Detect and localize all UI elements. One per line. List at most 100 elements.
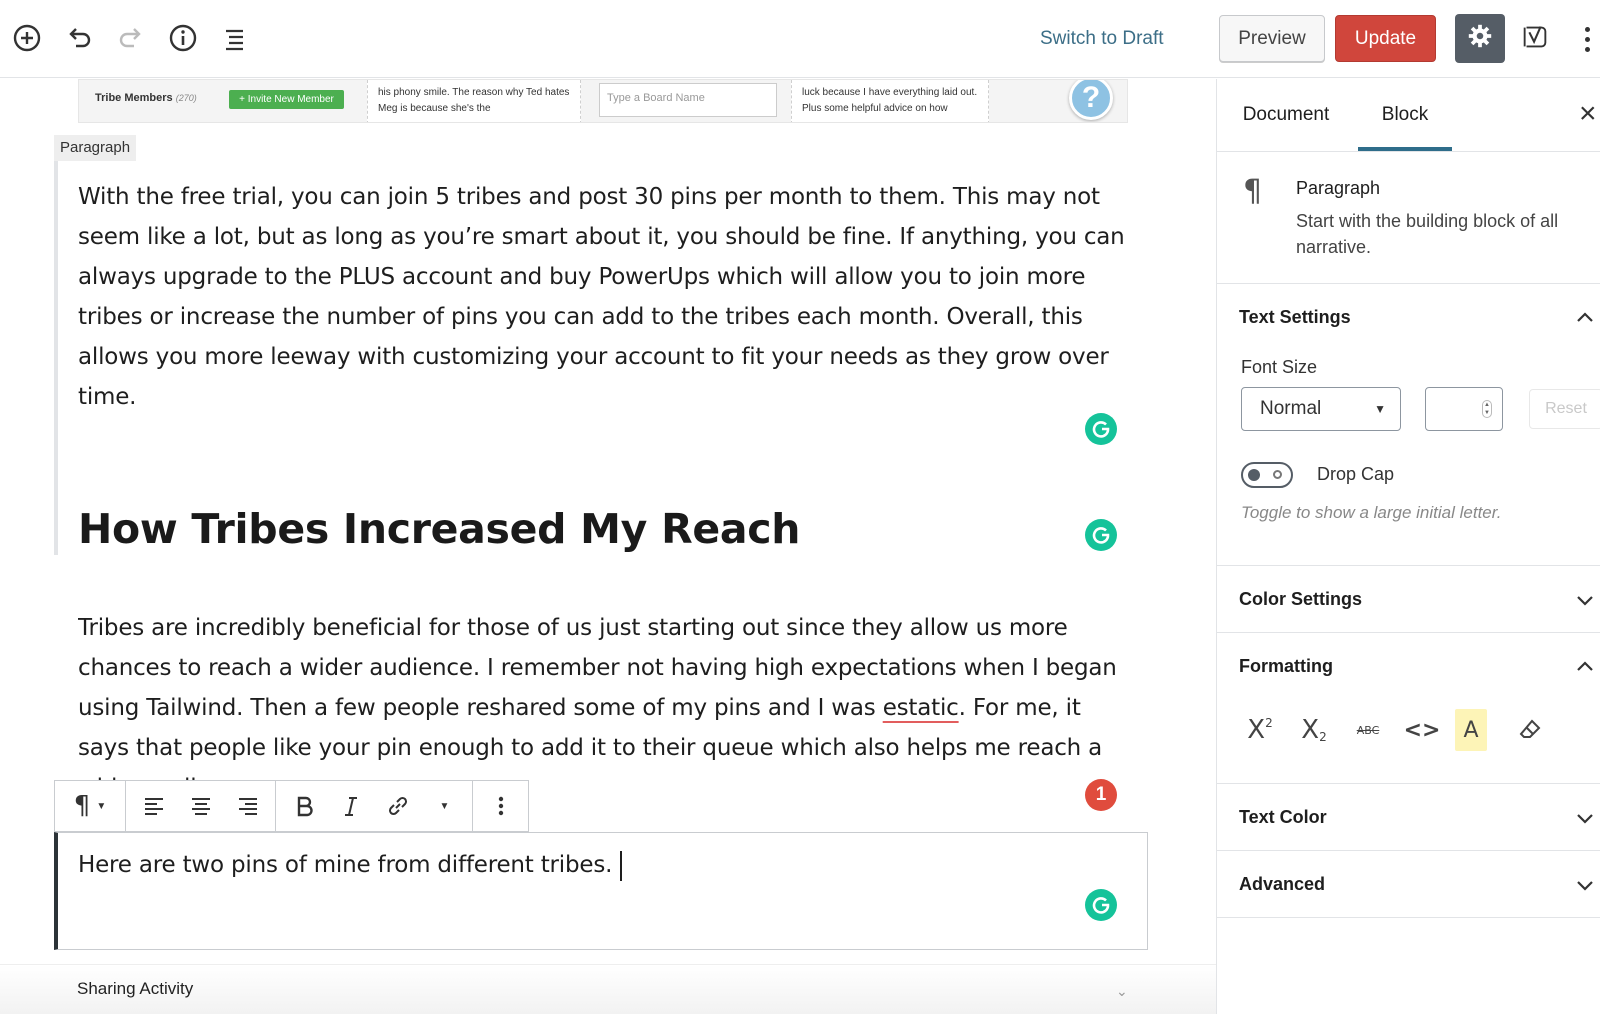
add-block-icon[interactable] <box>9 20 45 56</box>
redo-icon[interactable] <box>113 20 149 56</box>
drop-cap-help: Toggle to show a large initial letter. <box>1241 503 1502 522</box>
clear-format-icon[interactable] <box>1509 709 1551 751</box>
paragraph-icon: ¶ <box>73 791 91 821</box>
image-tribe-members-text: Tribe Members (270) <box>95 92 197 104</box>
block-more-group <box>473 781 528 831</box>
block-toolbar: ¶ ▼ ▼ <box>54 780 529 832</box>
image-column-1: his phony smile. The reason why Ted hate… <box>367 80 581 122</box>
editor-canvas: Tribe Members (270) + Invite New Member … <box>0 79 1216 1014</box>
toggle-knob <box>1248 469 1260 481</box>
link-button[interactable] <box>374 781 421 831</box>
gear-icon <box>1466 22 1494 55</box>
undo-icon[interactable] <box>61 20 97 56</box>
custom-font-size-input[interactable]: ▲ ▼ <box>1425 387 1503 431</box>
subscript-icon[interactable]: X2 <box>1293 709 1335 751</box>
settings-sidebar: Document Block × ¶ Paragraph Start with … <box>1216 79 1600 1014</box>
formatting-title: Formatting <box>1239 656 1333 676</box>
block-type-label: Paragraph <box>54 135 137 161</box>
image-invite-button: + Invite New Member <box>229 90 344 109</box>
paragraph-block[interactable]: With the free trial, you can join 5 trib… <box>78 177 1138 417</box>
text-caret <box>620 850 623 881</box>
color-settings-toggle[interactable]: Color Settings <box>1217 566 1600 633</box>
grammarly-error-count[interactable]: 1 <box>1085 779 1117 811</box>
sidebar-tabs: Document Block × <box>1217 79 1600 152</box>
tab-document[interactable]: Document <box>1241 79 1331 151</box>
switch-to-draft-button[interactable]: Switch to Draft <box>1040 22 1164 56</box>
paragraph-block[interactable]: Tribes are incredibly beneficial for tho… <box>78 608 1138 784</box>
more-options-button[interactable] <box>1575 20 1599 58</box>
advanced-toggle[interactable]: Advanced <box>1217 851 1600 918</box>
highlight-icon[interactable]: A <box>1455 709 1487 751</box>
formatting-buttons: X2 X2 ABC <> A <box>1239 709 1579 751</box>
block-switcher-group: ¶ ▼ <box>55 781 126 831</box>
text-color-title: Text Color <box>1239 807 1327 827</box>
outline-icon[interactable] <box>217 20 253 56</box>
spinner-icon[interactable]: ▲ ▼ <box>1482 400 1492 418</box>
image-column-2: luck because I have everything laid out.… <box>791 80 989 122</box>
drop-cap-toggle[interactable] <box>1241 462 1293 488</box>
text-color-toggle[interactable]: Text Color <box>1217 784 1600 851</box>
italic-button[interactable] <box>327 781 374 831</box>
alignment-group <box>126 781 276 831</box>
font-size-select[interactable]: Normal ▼ <box>1241 387 1401 431</box>
strikethrough-icon[interactable]: ABC <box>1347 709 1389 751</box>
toggle-off-indicator <box>1273 470 1282 479</box>
chevron-up-icon <box>1577 312 1593 322</box>
link-icon <box>388 796 407 816</box>
block-side-bar <box>54 161 58 555</box>
block-more-options-button[interactable] <box>477 781 524 831</box>
advanced-title: Advanced <box>1239 874 1326 894</box>
grammarly-icon[interactable] <box>1085 519 1117 551</box>
caret-down-icon: ▼ <box>96 800 107 812</box>
tab-block[interactable]: Block <box>1358 79 1452 151</box>
superscript-icon[interactable]: X2 <box>1239 709 1281 751</box>
info-icon[interactable] <box>165 20 201 56</box>
align-right-icon <box>238 798 257 815</box>
align-center-button[interactable] <box>177 781 224 831</box>
settings-button[interactable] <box>1455 14 1505 63</box>
align-center-icon <box>191 798 210 815</box>
more-vertical-icon <box>498 796 503 816</box>
block-card-title: Paragraph <box>1296 178 1381 198</box>
update-button[interactable]: Update <box>1335 15 1436 62</box>
block-card-description: Start with the building block of all narr… <box>1296 211 1559 257</box>
heading-block[interactable]: How Tribes Increased My Reach <box>78 505 800 553</box>
yoast-icon <box>1519 21 1551 58</box>
close-icon[interactable]: × <box>1579 99 1600 129</box>
preview-button[interactable]: Preview <box>1219 15 1325 62</box>
drop-cap-label: Drop Cap <box>1317 464 1395 484</box>
image-board-input: Type a Board Name <box>599 83 777 117</box>
formatting-toggle[interactable]: Formatting <box>1217 633 1600 700</box>
block-card: ¶ Paragraph Start with the building bloc… <box>1217 152 1600 284</box>
misspelled-word[interactable]: estatic <box>883 695 959 721</box>
grammarly-icon[interactable] <box>1085 413 1117 445</box>
sharing-activity-panel[interactable]: Sharing Activity ⌄ <box>0 964 1216 1014</box>
chevron-up-icon <box>1577 661 1593 671</box>
font-size-label: Font Size <box>1241 357 1318 377</box>
caret-down-icon: ▼ <box>439 800 450 812</box>
color-settings-title: Color Settings <box>1239 589 1363 609</box>
sharing-activity-label: Sharing Activity <box>77 979 194 998</box>
text-settings-title: Text Settings <box>1239 307 1351 327</box>
italic-icon <box>344 797 357 816</box>
selected-paragraph-block[interactable]: Here are two pins of mine from different… <box>54 832 1148 950</box>
reset-button[interactable]: Reset <box>1529 389 1600 429</box>
align-left-button[interactable] <box>130 781 177 831</box>
align-left-icon <box>144 798 163 815</box>
chevron-down-icon: ⌄ <box>1116 983 1128 999</box>
code-icon[interactable]: <> <box>1401 709 1443 751</box>
align-right-button[interactable] <box>224 781 271 831</box>
grammarly-icon[interactable] <box>1085 889 1117 921</box>
text-settings-toggle[interactable]: Text Settings <box>1217 284 1600 351</box>
format-group: ▼ <box>276 781 473 831</box>
bold-icon <box>297 796 313 817</box>
image-help-icon: ? <box>1069 80 1113 120</box>
chevron-down-icon <box>1577 814 1593 824</box>
more-formats-button[interactable]: ▼ <box>421 781 468 831</box>
yoast-button[interactable] <box>1515 18 1555 60</box>
bold-button[interactable] <box>280 781 327 831</box>
chevron-down-icon <box>1577 881 1593 891</box>
block-switcher-button[interactable]: ¶ ▼ <box>59 781 121 831</box>
caret-down-icon: ▼ <box>1374 402 1386 416</box>
paragraph-text: Here are two pins of mine from different… <box>78 852 613 878</box>
